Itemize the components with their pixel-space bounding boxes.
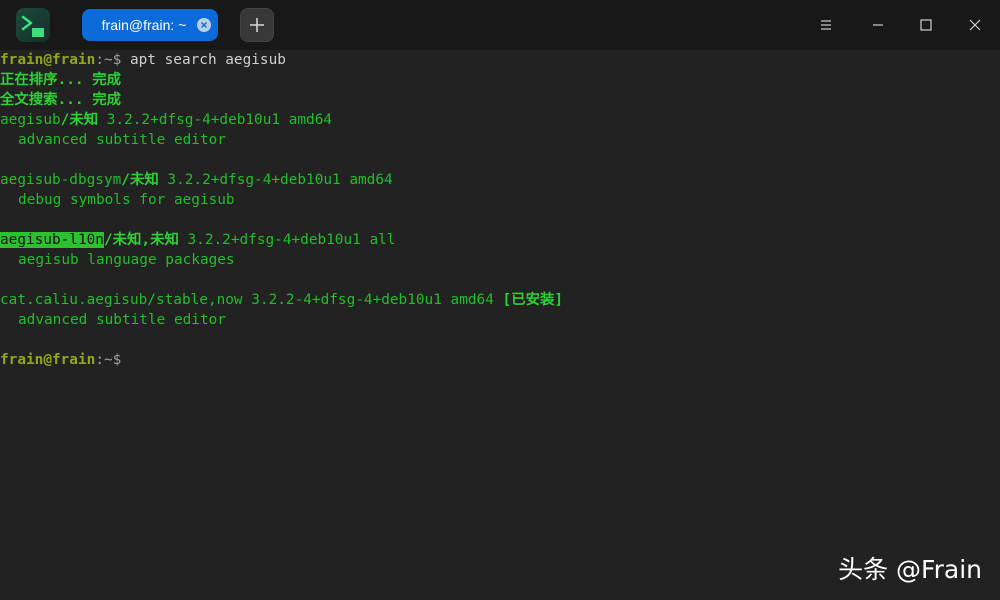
minimize-icon — [873, 24, 883, 26]
package-description: debug symbols for aegisub — [18, 192, 235, 208]
prompt-line: frain@frain:~$ — [0, 350, 1000, 370]
prompt-user: frain@frain — [0, 352, 96, 368]
package-version: 3.2.2+dfsg-4+deb10u1 amd64 — [98, 112, 333, 128]
package-name: aegisub — [0, 112, 61, 128]
maximize-button[interactable] — [911, 10, 941, 40]
watermark: 头条 @Frain — [838, 555, 982, 584]
terminal-window: frain@frain: ~ frain@frain:~$ apt search… — [0, 0, 1000, 600]
package-version: 3.2.2+dfsg-4+deb10u1 all — [178, 232, 396, 248]
plus-icon — [250, 18, 264, 32]
package-line: cat.caliu.aegisub/stable,now 3.2.2-4+dfs… — [0, 290, 1000, 310]
package-description: aegisub language packages — [18, 252, 235, 268]
minimize-button[interactable] — [863, 10, 893, 40]
package-line: aegisub-l10n/未知,未知 3.2.2+dfsg-4+deb10u1 … — [0, 230, 1000, 250]
package-source: /stable,now — [147, 292, 243, 308]
new-tab-button[interactable] — [240, 8, 274, 42]
close-icon — [969, 19, 981, 31]
close-icon[interactable] — [197, 18, 211, 32]
prompt-user: frain@frain — [0, 52, 96, 68]
prompt-separator: :~$ — [95, 352, 130, 368]
package-version: 3.2.2+dfsg-4+deb10u1 amd64 — [158, 172, 393, 188]
package-source: /未知,未知 — [103, 232, 179, 248]
maximize-icon — [920, 19, 932, 31]
command-text: apt search aegisub — [129, 52, 286, 68]
terminal-output[interactable]: frain@frain:~$ apt search aegisub 正在排序..… — [0, 50, 1000, 600]
package-source: /未知 — [121, 172, 159, 188]
hamburger-icon — [821, 20, 831, 30]
status-line: 正在排序... 完成 — [0, 72, 121, 88]
package-name-selected[interactable]: aegisub-l10n — [0, 232, 104, 248]
package-name: cat.caliu.aegisub — [0, 292, 148, 308]
status-line: 全文搜索... 完成 — [0, 92, 121, 108]
package-line: aegisub-dbgsym/未知 3.2.2+dfsg-4+deb10u1 a… — [0, 170, 1000, 190]
package-line: aegisub/未知 3.2.2+dfsg-4+deb10u1 amd64 — [0, 110, 1000, 130]
installed-badge: [已安装] — [502, 292, 564, 308]
menu-button[interactable] — [811, 10, 841, 40]
tab-terminal[interactable]: frain@frain: ~ — [82, 9, 218, 41]
package-description: advanced subtitle editor — [18, 312, 226, 328]
package-description: advanced subtitle editor — [18, 132, 226, 148]
package-source: /未知 — [60, 112, 99, 128]
close-button[interactable] — [960, 10, 990, 40]
terminal-app-icon — [16, 8, 50, 42]
command-line: frain@frain:~$ apt search aegisub — [0, 50, 1000, 70]
package-name: aegisub-dbgsym — [0, 172, 122, 188]
prompt-separator: :~$ — [95, 52, 130, 68]
package-version: 3.2.2-4+dfsg-4+deb10u1 amd64 — [242, 292, 503, 308]
title-bar: frain@frain: ~ — [0, 0, 1000, 50]
tab-label: frain@frain: ~ — [101, 17, 187, 33]
